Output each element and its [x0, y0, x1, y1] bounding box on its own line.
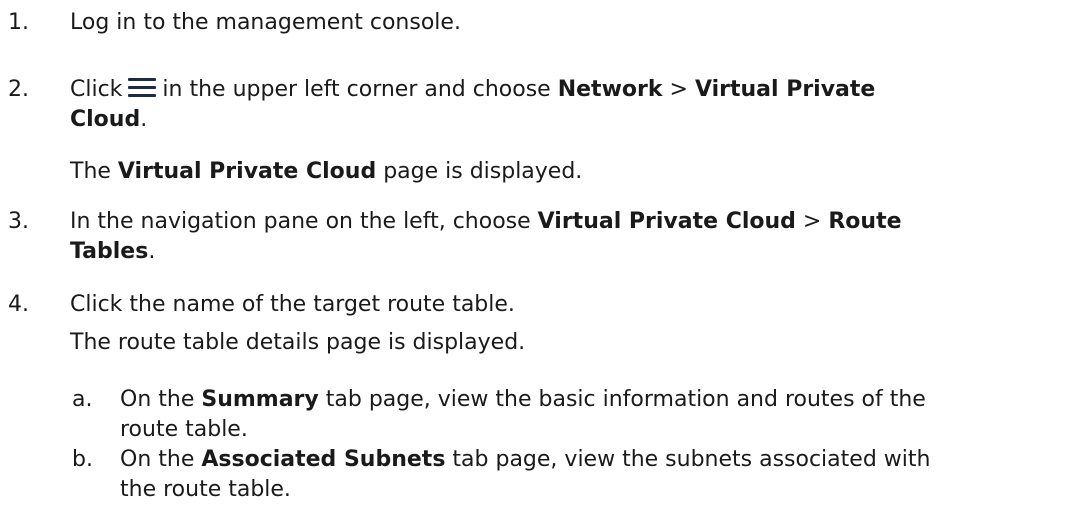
step-note: The route table details page is displaye… [70, 330, 526, 355]
step-note: The Virtual Private Cloud page is displa… [70, 159, 583, 184]
step-text: Click the name of the target route table… [70, 292, 515, 317]
step-text: Click in the upper left corner and choose… [70, 76, 876, 132]
menu-icon [128, 76, 157, 98]
nav-path-route-cont: Tables [70, 239, 149, 264]
menu-path-vpc-cont: Cloud [70, 107, 141, 132]
step-number: 3. [8, 209, 29, 234]
step-number: 2. [8, 77, 29, 102]
nav-path-vpc: Virtual Private Cloud [537, 209, 796, 234]
menu-path-vpc: Virtual Private [694, 77, 876, 102]
menu-path-network: Network [557, 77, 663, 102]
substep-letter: b. [72, 447, 93, 472]
step-text: Log in to the management console. [70, 10, 461, 35]
step-text: In the navigation pane on the left, choo… [70, 209, 902, 264]
substep-text: On the Summary tab page, view the basic … [120, 387, 926, 442]
tab-summary-ref: Summary [201, 387, 319, 412]
substep-letter: a. [72, 387, 93, 412]
tab-associated-subnets-ref: Associated Subnets [201, 447, 446, 472]
nav-path-route: Route [828, 209, 902, 234]
step-number: 1. [8, 10, 29, 35]
page-name-vpc: Virtual Private Cloud [117, 159, 377, 184]
step-number: 4. [8, 292, 29, 317]
substep-text: On the Associated Subnets tab page, view… [120, 447, 931, 502]
